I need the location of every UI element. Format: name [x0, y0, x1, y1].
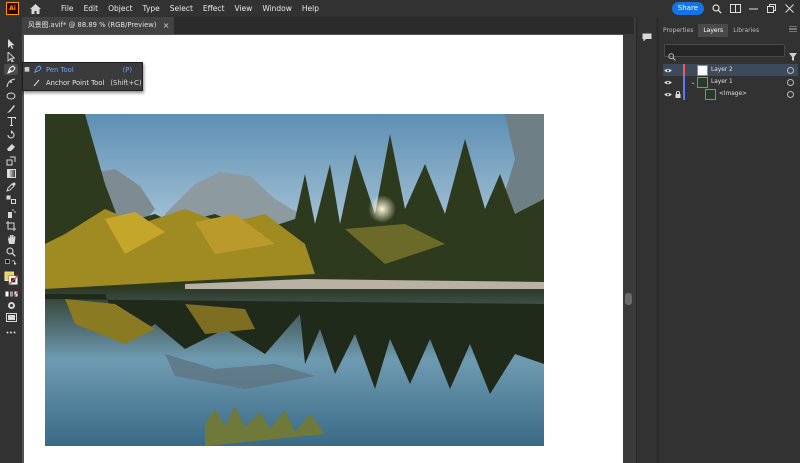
layer-thumbnail [705, 88, 716, 100]
menu-help[interactable]: Help [297, 4, 324, 13]
menu-effect[interactable]: Effect [198, 4, 230, 13]
default-colors-icon[interactable] [4, 258, 18, 269]
home-icon[interactable] [29, 2, 42, 15]
layer-name: <Image> [719, 91, 747, 97]
ellipse-tool-icon[interactable] [4, 90, 18, 101]
draw-mode-icon[interactable] [4, 300, 18, 311]
menu-object[interactable]: Object [103, 4, 137, 13]
artboard-tool-icon[interactable] [4, 220, 18, 231]
flyout-item-label: Anchor Point Tool [46, 78, 105, 87]
restore-icon[interactable] [764, 2, 778, 15]
tab-properties[interactable]: Properties [658, 24, 698, 37]
menu-type[interactable]: Type [138, 4, 165, 13]
pen-tool-icon[interactable] [4, 64, 18, 75]
visibility-eye-icon[interactable] [663, 80, 673, 85]
selected-indicator-icon: ■ [24, 66, 30, 73]
search-icon [668, 46, 676, 65]
anchor-point-tool-icon [31, 79, 43, 87]
document-tab-title: 风景图.avif* @ 88.89 % (RGB/Preview) [28, 21, 157, 29]
flyout-item-pen-tool[interactable]: ■ Pen Tool (P) [23, 63, 142, 76]
arrange-documents-icon[interactable] [728, 2, 742, 15]
layer-color-indicator [683, 76, 685, 88]
close-icon[interactable] [782, 2, 796, 15]
hand-tool-icon[interactable] [4, 233, 18, 244]
tools-panel [0, 17, 23, 463]
symbol-sprayer-tool-icon[interactable] [4, 207, 18, 218]
blend-tool-icon[interactable] [4, 194, 18, 205]
collapsed-panel-dock [636, 17, 657, 463]
flyout-item-shortcut: (Shift+C) [110, 78, 142, 87]
scrollbar-thumb[interactable] [625, 293, 632, 305]
menu-edit[interactable]: Edit [79, 4, 104, 13]
comments-icon[interactable] [641, 31, 653, 43]
close-document-icon[interactable]: × [163, 17, 170, 34]
type-tool-icon[interactable] [4, 116, 18, 127]
scale-tool-icon[interactable] [4, 155, 18, 166]
layer-row-layer-2[interactable]: Layer 2 [663, 64, 798, 76]
filter-icon[interactable] [789, 46, 797, 65]
lock-icon[interactable] [673, 90, 683, 98]
expand-chevron-icon[interactable]: ⌄ [689, 79, 697, 86]
visibility-eye-icon[interactable] [663, 92, 673, 97]
layer-row-layer-1[interactable]: ⌄ Layer 1 [663, 76, 798, 88]
layer-thumbnail [697, 64, 708, 76]
menu-view[interactable]: View [230, 4, 258, 13]
search-icon[interactable] [710, 2, 724, 15]
target-circle-icon[interactable] [787, 90, 794, 98]
gradient-tool-icon[interactable] [4, 168, 18, 179]
pen-tool-flyout: ■ Pen Tool (P) Anchor Point Tool (Shift+… [22, 62, 143, 91]
eyedropper-tool-icon[interactable] [4, 181, 18, 192]
selection-tool-icon[interactable] [4, 38, 18, 49]
layers-search-input[interactable] [678, 45, 778, 56]
panel-menu-icon[interactable] [789, 25, 797, 34]
target-circle-icon[interactable] [787, 78, 794, 86]
share-button[interactable]: Share [671, 2, 704, 15]
flyout-item-anchor-point-tool[interactable]: Anchor Point Tool (Shift+C) [23, 76, 142, 89]
layers-panel: Properties Layers Libraries Layer 2 ⌄ La… [657, 17, 800, 463]
pen-tool-icon [31, 65, 43, 74]
layer-row-image[interactable]: <Image> [663, 88, 798, 100]
minimize-icon[interactable] [746, 2, 760, 15]
visibility-eye-icon[interactable] [663, 68, 673, 73]
direct-selection-tool-icon[interactable] [4, 51, 18, 62]
menu-bar: Ai File Edit Object Type Select Effect V… [0, 0, 800, 17]
layer-color-indicator [683, 88, 685, 100]
rotate-tool-icon[interactable] [4, 129, 18, 140]
landscape-image[interactable] [45, 114, 544, 446]
tab-layers[interactable]: Layers [698, 24, 729, 37]
document-tab[interactable]: 风景图.avif* @ 88.89 % (RGB/Preview) × [22, 17, 175, 34]
flyout-item-label: Pen Tool [46, 65, 74, 74]
eraser-tool-icon[interactable] [4, 142, 18, 153]
color-mode-icon[interactable] [4, 288, 18, 299]
tab-libraries[interactable]: Libraries [728, 24, 764, 37]
curvature-tool-icon[interactable] [4, 77, 18, 88]
layer-name: Layer 1 [711, 79, 733, 85]
menu-file[interactable]: File [56, 4, 79, 13]
zoom-tool-icon[interactable] [4, 246, 18, 257]
layer-thumbnail [697, 76, 708, 88]
fill-stroke-swatches[interactable] [4, 269, 18, 287]
more-tools-icon[interactable] [4, 327, 18, 338]
flyout-item-shortcut: (P) [122, 65, 132, 74]
screen-mode-icon[interactable] [4, 312, 18, 323]
layers-search [664, 44, 785, 61]
app-logo: Ai [6, 2, 19, 15]
menu-select[interactable]: Select [165, 4, 198, 13]
layer-color-indicator [683, 64, 685, 76]
menu-window[interactable]: Window [257, 4, 297, 13]
vertical-scrollbar[interactable] [623, 34, 634, 463]
document-tab-bar: 风景图.avif* @ 88.89 % (RGB/Preview) × [22, 17, 634, 35]
target-circle-icon[interactable] [787, 66, 794, 74]
layer-name: Layer 2 [711, 67, 733, 73]
paintbrush-tool-icon[interactable] [4, 103, 18, 114]
